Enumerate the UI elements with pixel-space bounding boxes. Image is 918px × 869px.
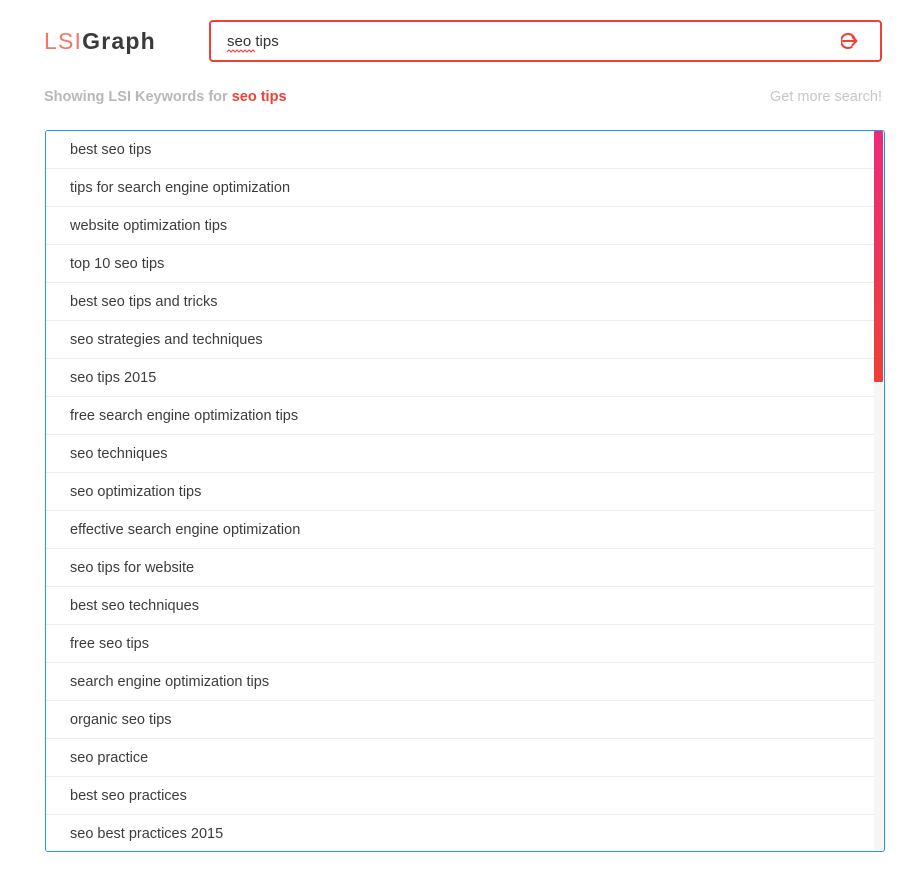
keyword-row[interactable]: effective search engine optimization xyxy=(46,511,876,549)
keyword-label: seo best practices 2015 xyxy=(70,826,223,842)
keyword-row[interactable]: seo best practices 2015 xyxy=(46,815,876,851)
keyword-row[interactable]: website optimization tips xyxy=(46,207,876,245)
keyword-row[interactable]: seo techniques xyxy=(46,435,876,473)
logo-prefix: LSI xyxy=(44,28,82,54)
keyword-label: seo practice xyxy=(70,750,148,766)
search-box[interactable] xyxy=(209,20,882,62)
keyword-label: seo tips for website xyxy=(70,560,194,576)
keyword-row[interactable]: best seo tips and tricks xyxy=(46,283,876,321)
keyword-row[interactable]: tips for search engine optimization xyxy=(46,169,876,207)
keyword-row[interactable]: best seo tips xyxy=(46,131,876,169)
keyword-row[interactable]: seo optimization tips xyxy=(46,473,876,511)
showing-prefix-text: Showing LSI Keywords for xyxy=(44,89,232,105)
keyword-row[interactable]: free search engine optimization tips xyxy=(46,397,876,435)
search-submit-button[interactable] xyxy=(838,27,870,55)
lsigraph-app: LSIGraph Showing LSI Keywords for seo ti… xyxy=(0,0,918,869)
keyword-row[interactable]: seo tips 2015 xyxy=(46,359,876,397)
keyword-label: best seo tips and tricks xyxy=(70,294,218,310)
keyword-results-panel: best seo tips tips for search engine opti… xyxy=(45,130,885,852)
keyword-row[interactable]: best seo practices xyxy=(46,777,876,815)
keyword-label: free search engine optimization tips xyxy=(70,408,298,424)
keyword-row[interactable]: best seo techniques xyxy=(46,587,876,625)
keyword-row[interactable]: search engine optimization tips xyxy=(46,663,876,701)
keyword-results-list[interactable]: best seo tips tips for search engine opti… xyxy=(46,131,884,851)
keyword-label: seo strategies and techniques xyxy=(70,332,263,348)
keyword-row[interactable]: seo practice xyxy=(46,739,876,777)
keyword-label: best seo tips xyxy=(70,142,151,158)
app-logo[interactable]: LSIGraph xyxy=(44,24,156,58)
results-scrollbar-thumb[interactable] xyxy=(874,131,883,382)
keyword-label: effective search engine optimization xyxy=(70,522,300,538)
keyword-label: free seo tips xyxy=(70,636,149,652)
keyword-label: search engine optimization tips xyxy=(70,674,269,690)
keyword-row[interactable]: free seo tips xyxy=(46,625,876,663)
showing-query-text: seo tips xyxy=(232,89,287,105)
page-header: LSIGraph xyxy=(0,20,918,62)
get-more-search-link[interactable]: Get more search! xyxy=(770,86,882,108)
arrow-into-circle-icon xyxy=(841,29,867,53)
keyword-label: tips for search engine optimization xyxy=(70,180,290,196)
keyword-label: seo optimization tips xyxy=(70,484,201,500)
keyword-label: best seo practices xyxy=(70,788,187,804)
keyword-label: top 10 seo tips xyxy=(70,256,164,272)
keyword-label: seo techniques xyxy=(70,446,168,462)
showing-keywords-label: Showing LSI Keywords for seo tips xyxy=(44,86,287,108)
results-scrollbar-track[interactable] xyxy=(874,131,883,851)
keyword-row[interactable]: organic seo tips xyxy=(46,701,876,739)
keyword-row[interactable]: top 10 seo tips xyxy=(46,245,876,283)
keyword-label: website optimization tips xyxy=(70,218,227,234)
keyword-label: best seo techniques xyxy=(70,598,199,614)
results-subheader: Showing LSI Keywords for seo tips Get mo… xyxy=(0,86,918,108)
search-input[interactable] xyxy=(211,22,811,60)
keyword-row[interactable]: seo tips for website xyxy=(46,549,876,587)
keyword-label: organic seo tips xyxy=(70,712,172,728)
keyword-label: seo tips 2015 xyxy=(70,370,156,386)
keyword-row[interactable]: seo strategies and techniques xyxy=(46,321,876,359)
logo-suffix: Graph xyxy=(82,28,156,54)
